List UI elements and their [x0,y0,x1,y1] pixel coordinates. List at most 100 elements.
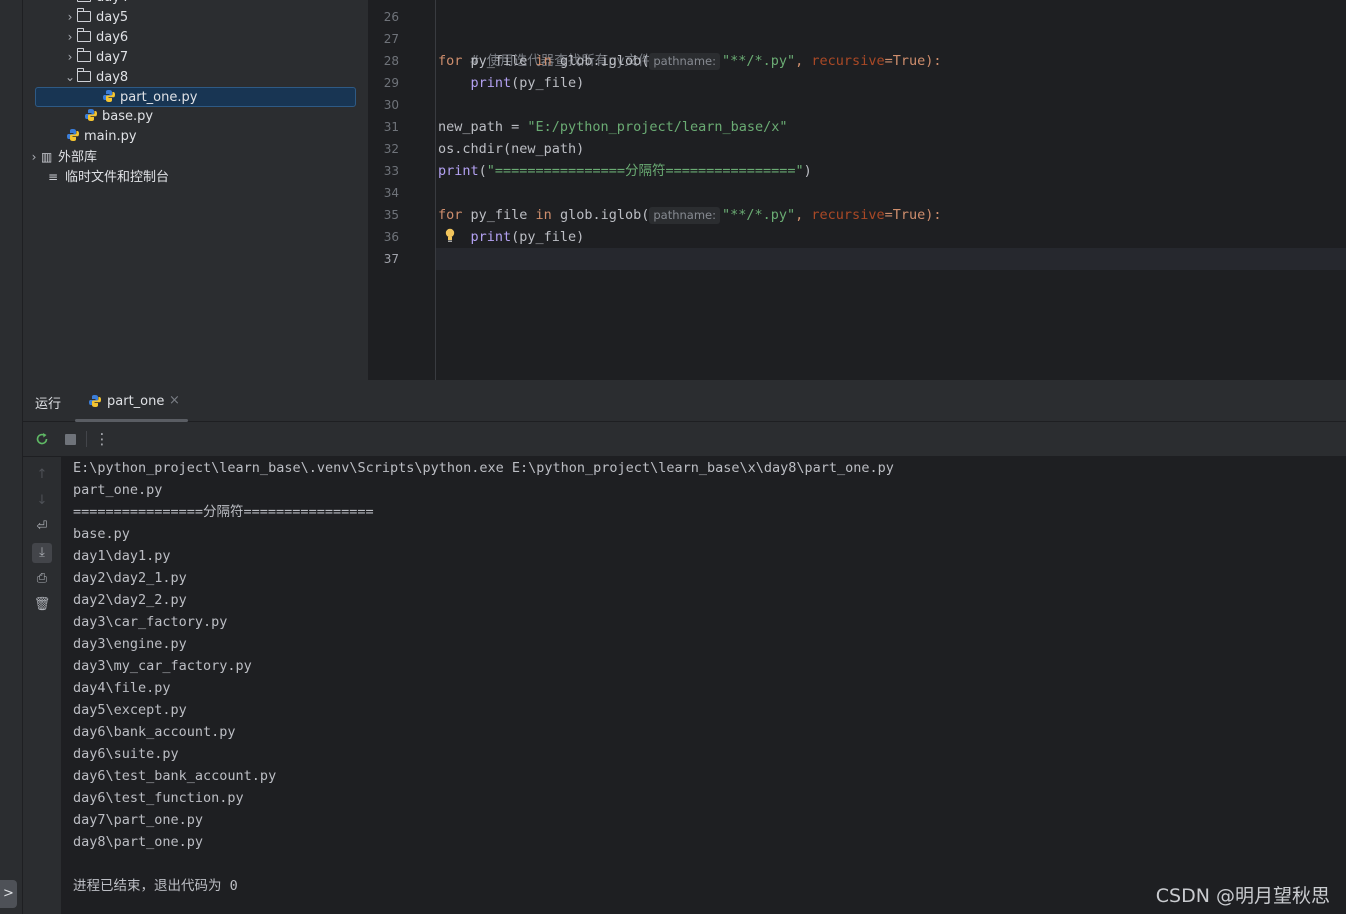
scroll-to-end-icon[interactable]: ⤓ [32,543,52,563]
console-line: part_one.py [73,482,163,498]
code-text: ) [803,163,812,179]
code-keyword: in [535,53,552,69]
tree-file-base[interactable]: base.py [84,107,153,127]
code-punct: , [795,53,812,69]
soft-wrap-icon[interactable]: ⏎ [32,517,52,537]
console-line: E:\python_project\learn_base\.venv\Scrip… [73,460,894,476]
folder-icon [77,0,91,2]
code-text: new_path = [438,119,528,135]
console-line: day1\day1.py [73,548,171,564]
more-options-button[interactable]: ⋮ [93,430,111,448]
tool-window-strip: > [0,0,23,914]
run-header: 运行 part_one × [23,381,1346,422]
console-line: day6\test_function.py [73,790,244,806]
line-number-gutter: 26 27 28 29 30 31 32 33 34 35 36 37 [369,0,436,380]
code-text: =True): [884,207,942,223]
python-file-icon [103,90,115,102]
line-number: 28 [383,54,399,68]
tree-folder-day8[interactable]: ⌄ day8 [63,67,128,87]
code-punct: , [795,207,812,223]
line-number: 26 [383,10,399,24]
python-file-icon [85,109,97,121]
code-text: (py_file) [511,229,585,245]
line-number: 36 [383,230,399,244]
rerun-button[interactable] [33,430,51,448]
tree-scratches-consoles[interactable]: ≡ 临时文件和控制台 [48,167,169,187]
tree-item-label: part_one.py [120,90,198,105]
folder-icon [77,68,91,82]
line-number: 32 [383,142,399,156]
line-number: 27 [383,32,399,46]
arrow-down-icon[interactable]: ↓ [32,491,52,511]
tree-folder-day6[interactable]: › day6 [63,27,128,47]
code-named-param: recursive [811,53,885,69]
tree-folder-day4[interactable]: › day4 [63,0,128,7]
code-text: ( [478,163,487,179]
console-line: day3\engine.py [73,636,187,652]
run-arrow-icon: > [3,886,14,901]
line-number: 35 [383,208,399,222]
stop-button[interactable] [61,430,79,448]
console-line: ================分隔符================ [73,504,374,520]
close-tab-icon[interactable]: × [169,393,180,408]
tree-item-label: 临时文件和控制台 [65,170,170,185]
console-line: day8\part_one.py [73,834,204,850]
tree-item-label: day8 [96,70,129,85]
code-line-33: print("================分隔符==============… [438,160,812,182]
console-line: day4\file.py [73,680,171,696]
scratches-icon: ≡ [48,170,59,184]
tree-folder-day7[interactable]: › day7 [63,47,128,67]
tree-external-libraries[interactable]: › ▥ 外部库 [27,147,97,167]
code-text: py_file [462,207,536,223]
chevron-down-icon[interactable]: ⌄ [63,67,77,87]
chevron-right-icon[interactable]: › [63,47,77,67]
code-line-29: print(py_file) [438,72,585,94]
code-line-27: # 使用迭代器查找所有py文件 [438,28,652,69]
tree-item-label: day5 [96,10,129,25]
python-file-icon [89,395,101,407]
run-tab-part-one[interactable]: part_one × [75,381,188,422]
chevron-right-icon[interactable]: › [27,147,41,167]
tree-folder-day5[interactable]: › day5 [63,7,128,27]
code-text: glob.iglob( [551,53,650,69]
print-icon[interactable]: ⎙ [32,569,52,589]
code-text: =True): [884,53,942,69]
process-exit-message: 进程已结束，退出代码为 0 [73,878,238,894]
code-editor[interactable]: 26 27 28 29 30 31 32 33 34 35 36 37 # 使用… [369,0,1346,380]
tree-file-part-one[interactable]: part_one.py [35,87,356,107]
code-line-31: new_path = "E:/python_project/learn_base… [438,116,788,138]
tree-item-label: base.py [102,109,154,124]
code-builtin: print [438,163,479,179]
console-side-toolbar: ↑ ↓ ⏎ ⤓ ⎙ 🗑 [23,457,62,914]
code-keyword: for [438,207,463,223]
arrow-up-icon[interactable]: ↑ [32,465,52,485]
console-output[interactable]: E:\python_project\learn_base\.venv\Scrip… [62,457,1346,914]
console-line: base.py [73,526,130,542]
chevron-right-icon[interactable]: › [63,0,77,7]
run-panel-title: 运行 [35,397,62,412]
console-line: day2\day2_1.py [73,570,187,586]
trash-icon[interactable]: 🗑 [32,595,52,615]
tree-item-label: day7 [96,50,129,65]
code-text: glob.iglob( [551,207,650,223]
code-builtin: print [470,75,512,91]
console-line: day3\car_factory.py [73,614,228,630]
code-keyword: in [535,207,552,223]
toolbar-separator [86,431,87,447]
chevron-right-icon[interactable]: › [63,7,77,27]
tree-file-main[interactable]: main.py [66,127,137,147]
project-tree-panel: › day4 › day5 › day6 › day7 ⌄ day8 part_one.p… [23,0,369,380]
inlay-parameter-hint: pathname: [649,53,720,70]
console-line: day6\suite.py [73,746,179,762]
tree-item-label: day6 [96,30,129,45]
stop-icon [64,434,76,445]
folder-icon [77,28,91,42]
run-tool-window: 运行 part_one × ⋮ ↑ ↓ ⏎ ⤓ ⎙ 🗑 E:\python_pr… [23,381,1346,914]
watermark: CSDN @明月望秋思 [1155,885,1330,907]
chevron-right-icon[interactable]: › [63,27,77,47]
run-tool-window-button[interactable]: > [0,880,17,908]
tree-item-label: main.py [84,129,137,144]
run-tab-label: part_one [107,394,165,409]
